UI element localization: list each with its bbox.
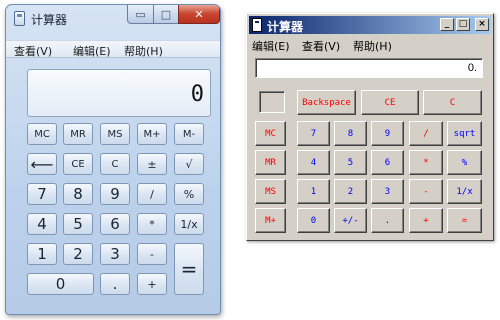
win7-sqrt-button[interactable]: √	[174, 153, 204, 175]
classic-window-title: 计算器	[267, 20, 304, 34]
classic-title-bar[interactable]: 计算器 _ □ ×	[249, 16, 491, 34]
classic-menu-view[interactable]: 查看(V)	[302, 38, 340, 54]
win7-mminus-button[interactable]: M-	[174, 123, 204, 145]
classic-minus-button[interactable]: -	[409, 179, 443, 204]
win7-digit-2-button[interactable]: 2	[63, 243, 93, 265]
classic-menu-help[interactable]: 帮助(H)	[353, 38, 392, 54]
win7-reciprocal-button[interactable]: 1/x	[174, 213, 204, 235]
classic-equals-button[interactable]: =	[447, 208, 482, 233]
classic-plusminus-button[interactable]: +/-	[334, 208, 367, 233]
classic-calculator-window: 计算器 _ □ × 编辑(E) 查看(V) 帮助(H) 0. Backspace…	[246, 13, 494, 241]
win7-digit-4-button[interactable]: 4	[27, 213, 57, 235]
classic-digit-2-button[interactable]: 2	[334, 179, 367, 204]
classic-memory-indicator	[259, 91, 285, 113]
classic-ms-button[interactable]: MS	[255, 179, 286, 204]
classic-mc-button[interactable]: MC	[255, 121, 286, 146]
classic-multiply-button[interactable]: *	[409, 150, 443, 175]
classic-reciprocal-button[interactable]: 1/x	[447, 179, 482, 204]
classic-decimal-button[interactable]: .	[371, 208, 404, 233]
win7-digit-5-button[interactable]: 5	[63, 213, 93, 235]
win7-minus-button[interactable]: -	[137, 243, 167, 265]
win7-c-button[interactable]: C	[100, 153, 130, 175]
classic-percent-button[interactable]: %	[447, 150, 482, 175]
win7-plus-button[interactable]: +	[137, 273, 167, 295]
win7-ms-button[interactable]: MS	[100, 123, 130, 145]
win7-plusminus-button[interactable]: ±	[137, 153, 167, 175]
classic-menu-edit[interactable]: 编辑(E)	[252, 38, 290, 54]
classic-backspace-button[interactable]: Backspace	[297, 90, 356, 115]
classic-ce-button[interactable]: CE	[361, 90, 419, 115]
win7-digit-3-button[interactable]: 3	[100, 243, 130, 265]
classic-close-button[interactable]: ×	[475, 18, 489, 31]
classic-c-button[interactable]: C	[423, 90, 482, 115]
classic-mr-button[interactable]: MR	[255, 150, 286, 175]
win7-maximize-button[interactable]: □	[153, 5, 179, 24]
win7-menu-help[interactable]: 帮助(H)	[124, 43, 163, 59]
win7-menu-view[interactable]: 查看(V)	[14, 43, 52, 59]
win7-mc-button[interactable]: MC	[27, 123, 57, 145]
classic-mplus-button[interactable]: M+	[255, 208, 286, 233]
win7-window-title: 计算器	[31, 13, 68, 27]
win7-divide-button[interactable]: /	[137, 183, 167, 205]
win7-backspace-button[interactable]: ⟵	[27, 153, 57, 175]
win7-digit-6-button[interactable]: 6	[100, 213, 130, 235]
classic-digit-1-button[interactable]: 1	[297, 179, 330, 204]
win7-multiply-button[interactable]: *	[137, 213, 167, 235]
win7-close-button[interactable]: ✕	[178, 5, 220, 24]
classic-digit-3-button[interactable]: 3	[371, 179, 404, 204]
classic-sqrt-button[interactable]: sqrt	[447, 121, 482, 146]
win7-digit-7-button[interactable]: 7	[27, 183, 57, 205]
classic-maximize-button[interactable]: □	[456, 18, 470, 31]
classic-display: 0.	[255, 58, 483, 78]
classic-digit-7-button[interactable]: 7	[297, 121, 330, 146]
classic-plus-button[interactable]: +	[409, 208, 443, 233]
calculator-app-icon	[14, 11, 25, 26]
win7-menu-edit[interactable]: 编辑(E)	[73, 43, 111, 59]
win7-decimal-button[interactable]: .	[100, 273, 130, 295]
win7-display: 0	[27, 69, 211, 117]
win7-mplus-button[interactable]: M+	[137, 123, 167, 145]
classic-digit-9-button[interactable]: 9	[371, 121, 404, 146]
classic-display-value: 0.	[467, 62, 477, 74]
win7-menu-bar: 查看(V) 编辑(E) 帮助(H)	[6, 40, 220, 58]
classic-minimize-button[interactable]: _	[440, 18, 454, 31]
calculator-app-icon	[252, 18, 262, 32]
win7-minimize-button[interactable]: ▭	[127, 5, 154, 24]
classic-digit-5-button[interactable]: 5	[334, 150, 367, 175]
win7-digit-9-button[interactable]: 9	[100, 183, 130, 205]
classic-divide-button[interactable]: /	[409, 121, 443, 146]
win7-calculator-window: 计算器 ▭ □ ✕ 查看(V) 编辑(E) 帮助(H) 0 MC MR MS M…	[5, 4, 221, 315]
win7-digit-1-button[interactable]: 1	[27, 243, 57, 265]
win7-mr-button[interactable]: MR	[63, 123, 93, 145]
win7-digit-8-button[interactable]: 8	[63, 183, 93, 205]
win7-percent-button[interactable]: %	[174, 183, 204, 205]
classic-digit-6-button[interactable]: 6	[371, 150, 404, 175]
classic-digit-4-button[interactable]: 4	[297, 150, 330, 175]
win7-ce-button[interactable]: CE	[63, 153, 93, 175]
classic-digit-0-button[interactable]: 0	[297, 208, 330, 233]
win7-equals-button[interactable]: =	[174, 243, 204, 295]
win7-display-value: 0	[190, 82, 204, 107]
win7-digit-0-button[interactable]: 0	[27, 273, 94, 295]
classic-digit-8-button[interactable]: 8	[334, 121, 367, 146]
